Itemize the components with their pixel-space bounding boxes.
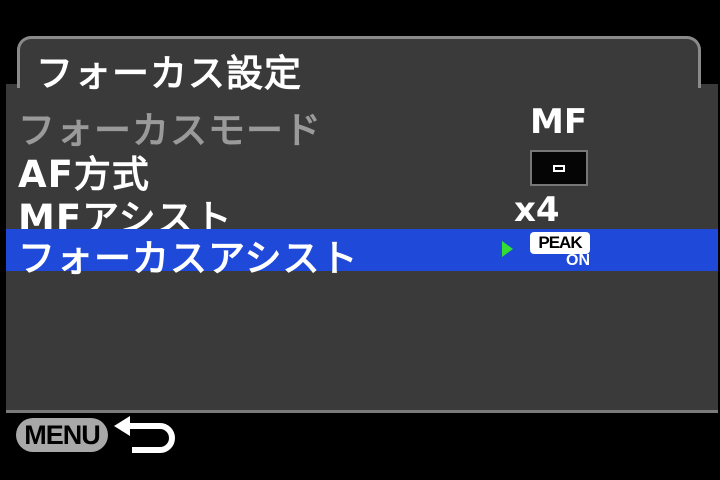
menu-item-focus-assist[interactable]: フォーカスアシスト PEAK ON bbox=[6, 229, 718, 280]
menu-item-focus-mode[interactable]: フォーカスモード MF bbox=[6, 102, 718, 152]
peak-label: PEAK bbox=[530, 232, 590, 254]
peak-on-icon: PEAK ON bbox=[530, 232, 592, 270]
focus-mode-value: MF bbox=[530, 102, 588, 142]
af-frame-icon bbox=[553, 165, 565, 172]
page-title: フォーカス設定 bbox=[36, 52, 302, 95]
submenu-arrow-icon bbox=[502, 241, 513, 257]
af-area-spot-icon bbox=[530, 150, 588, 186]
menu-button[interactable]: MENU bbox=[16, 418, 108, 452]
camera-menu-screen: フォーカス設定 フォーカスモード MF AF方式 MFアシスト x4 フォーカス… bbox=[0, 0, 720, 480]
menu-item-mf-assist[interactable]: MFアシスト x4 bbox=[6, 190, 718, 240]
menu-item-label: フォーカスアシスト bbox=[18, 237, 359, 280]
menu-item-af-method[interactable]: AF方式 bbox=[6, 146, 718, 196]
settings-tab[interactable]: フォーカス設定 bbox=[17, 36, 701, 95]
mf-assist-value: x4 bbox=[514, 190, 560, 230]
return-arrow-icon[interactable] bbox=[112, 416, 176, 456]
peak-state: ON bbox=[566, 252, 590, 269]
